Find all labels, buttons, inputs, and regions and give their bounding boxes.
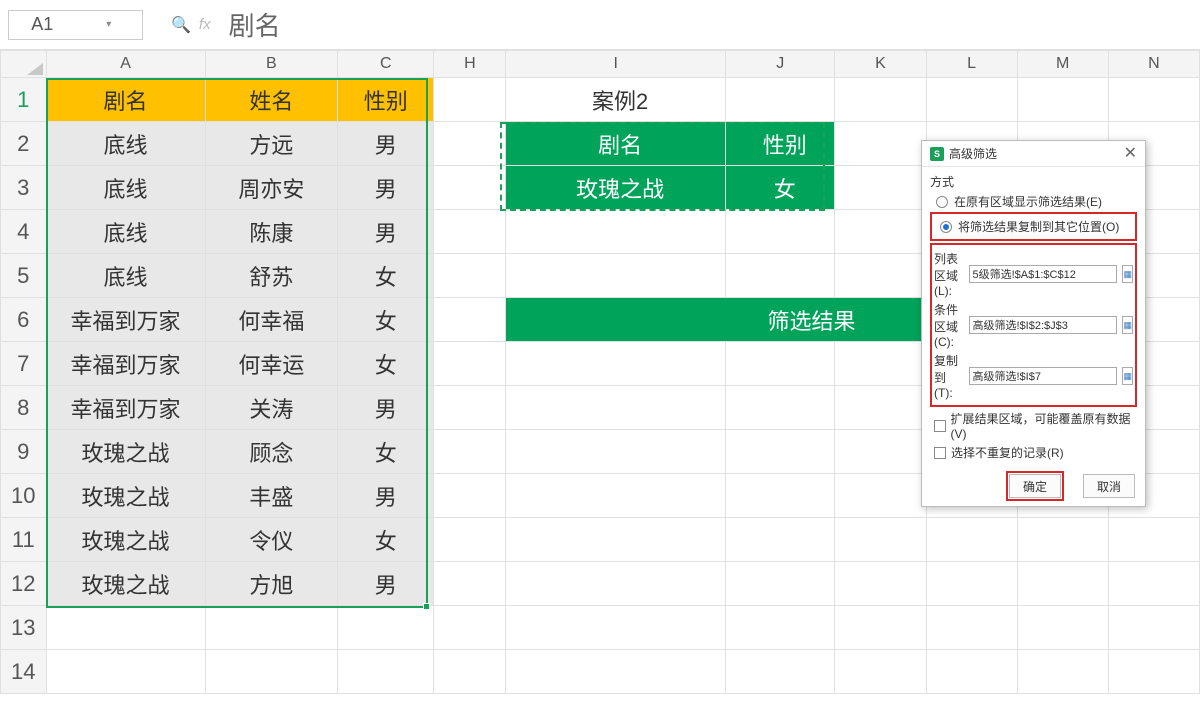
range-picker-icon[interactable]: ▦ — [1122, 316, 1133, 334]
row-header-10[interactable]: 10 — [1, 474, 47, 518]
criteria-range-input[interactable] — [969, 316, 1117, 334]
checkbox-extend-area[interactable]: 扩展结果区域，可能覆盖原有数据(V) — [934, 410, 1137, 441]
name-box[interactable]: A1 ▾ — [8, 10, 143, 40]
col-header-H[interactable]: H — [434, 51, 506, 78]
radio-icon — [940, 221, 952, 233]
row-header-9[interactable]: 9 — [1, 430, 47, 474]
checkbox-unique[interactable]: 选择不重复的记录(R) — [934, 444, 1137, 461]
range-picker-icon[interactable]: ▦ — [1122, 265, 1133, 283]
col-header-N[interactable]: N — [1108, 51, 1199, 78]
advanced-filter-dialog: S 高级筛选 ✕ 方式 在原有区域显示筛选结果(E) 将筛选结果复制到其它位置(… — [921, 140, 1146, 507]
cell-I1[interactable]: 案例2 — [506, 78, 726, 122]
cell-C1[interactable]: 性别 — [338, 78, 434, 122]
col-header-A[interactable]: A — [46, 51, 205, 78]
radio-copy-elsewhere[interactable]: 将筛选结果复制到其它位置(O) — [940, 218, 1133, 235]
dialog-title: 高级筛选 — [949, 145, 997, 162]
name-box-value: A1 — [9, 14, 76, 35]
col-header-K[interactable]: K — [835, 51, 926, 78]
radio-icon — [936, 196, 948, 208]
formula-bar: A1 ▾ 🔍 fx 剧名 — [0, 0, 1200, 50]
row-header-13[interactable]: 13 — [1, 606, 47, 650]
cell-J2[interactable]: 性别 — [726, 122, 835, 166]
row-header-11[interactable]: 11 — [1, 518, 47, 562]
cell-I3[interactable]: 玫瑰之战 — [506, 166, 726, 210]
column-header-row: A B C H I J K L M N — [1, 51, 1200, 78]
row-header-8[interactable]: 8 — [1, 386, 47, 430]
row-header-3[interactable]: 3 — [1, 166, 47, 210]
close-icon[interactable]: ✕ — [1124, 146, 1137, 162]
cell-C2[interactable]: 男 — [338, 122, 434, 166]
cell-H1[interactable] — [434, 78, 506, 122]
formula-value[interactable]: 剧名 — [229, 6, 281, 43]
row-header-1[interactable]: 1 — [1, 78, 47, 122]
ok-button[interactable]: 确定 — [1009, 474, 1061, 498]
row-header-14[interactable]: 14 — [1, 650, 47, 694]
row-1: 1 剧名 姓名 性别 案例2 — [1, 78, 1200, 122]
cell-B2[interactable]: 方远 — [205, 122, 338, 166]
row-header-5[interactable]: 5 — [1, 254, 47, 298]
cell-A3[interactable]: 底线 — [46, 166, 205, 210]
col-header-J[interactable]: J — [726, 51, 835, 78]
list-range-input[interactable] — [969, 265, 1117, 283]
select-all-corner[interactable] — [1, 51, 47, 78]
col-header-I[interactable]: I — [506, 51, 726, 78]
row-header-2[interactable]: 2 — [1, 122, 47, 166]
row-header-4[interactable]: 4 — [1, 210, 47, 254]
row-header-12[interactable]: 12 — [1, 562, 47, 606]
cell-J1[interactable] — [726, 78, 835, 122]
name-box-dropdown-icon[interactable]: ▾ — [76, 19, 143, 30]
cell-B1[interactable]: 姓名 — [205, 78, 338, 122]
highlight-box-radio: 将筛选结果复制到其它位置(O) — [930, 212, 1137, 241]
cell-I2[interactable]: 剧名 — [506, 122, 726, 166]
col-header-L[interactable]: L — [926, 51, 1017, 78]
cancel-button[interactable]: 取消 — [1083, 474, 1135, 498]
checkbox-icon — [934, 420, 946, 432]
copy-to-input[interactable] — [969, 367, 1117, 385]
cell-A1[interactable]: 剧名 — [46, 78, 205, 122]
col-header-C[interactable]: C — [338, 51, 434, 78]
criteria-range-label: 条件区域(C): — [934, 301, 964, 349]
row-header-7[interactable]: 7 — [1, 342, 47, 386]
checkbox-icon — [934, 447, 946, 459]
copy-to-label: 复制到(T): — [934, 352, 964, 400]
cell-A2[interactable]: 底线 — [46, 122, 205, 166]
col-header-M[interactable]: M — [1017, 51, 1108, 78]
dialog-titlebar[interactable]: S 高级筛选 ✕ — [922, 141, 1145, 167]
radio-filter-inplace[interactable]: 在原有区域显示筛选结果(E) — [936, 193, 1137, 210]
cell-J3[interactable]: 女 — [726, 166, 835, 210]
range-picker-icon[interactable]: ▦ — [1122, 367, 1133, 385]
search-icon[interactable]: 🔍 — [171, 15, 191, 35]
fx-icon[interactable]: fx — [199, 16, 211, 33]
cell-B3[interactable]: 周亦安 — [205, 166, 338, 210]
row-header-6[interactable]: 6 — [1, 298, 47, 342]
cell-C3[interactable]: 男 — [338, 166, 434, 210]
mode-label: 方式 — [930, 173, 1137, 190]
col-header-B[interactable]: B — [205, 51, 338, 78]
app-logo-icon: S — [930, 147, 944, 161]
highlight-box-fields: 列表区域(L): ▦ 条件区域(C): ▦ 复制到(T): ▦ — [930, 243, 1137, 407]
list-range-label: 列表区域(L): — [934, 250, 964, 298]
